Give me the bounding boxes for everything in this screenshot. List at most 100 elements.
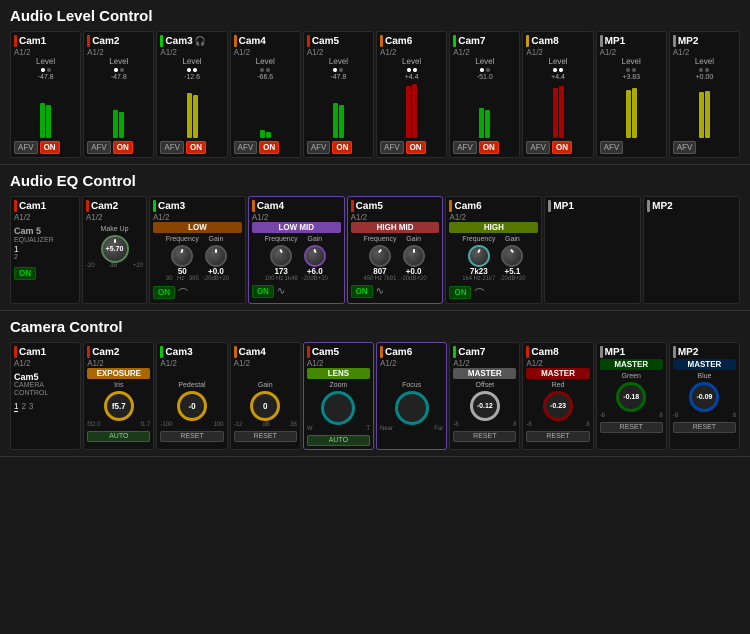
iris-knob[interactable]: f5.7 [104,391,134,421]
cam2-level-val: -47.8 [87,74,150,81]
low-freq-value: 50 [178,267,187,276]
gain-reset-btn[interactable]: RESET [234,431,297,442]
zoom-auto-btn[interactable]: AUTO [307,435,370,446]
cam2-on-btn[interactable]: ON [113,141,133,154]
red-reset-btn[interactable]: RESET [526,431,589,442]
low-freq-param: Frequency 50 30Hz395 [166,236,199,282]
lowmid-freq-label: Frequency [265,236,298,243]
highmid-freq-knob[interactable] [369,245,391,267]
audio-level-grid: Cam1 A1/2 Level -47.8 AFV ON Cam2 A1/2 L… [10,31,740,158]
high-gain-knob[interactable] [501,245,523,267]
offset-reset-btn[interactable]: RESET [453,431,516,442]
cam8-level-label: Level [526,57,589,66]
mp2-name: MP2 [678,36,699,47]
red-value: -0.23 [550,403,566,410]
cam2-meter-l [113,110,118,138]
low-gain-label: Gain [209,236,224,243]
cam3-name: Cam3 [165,36,192,47]
cc-tab3[interactable]: 3 [29,402,33,412]
cam8-meter-r [559,86,564,138]
cc-cam3-bar [160,346,163,358]
low-gain-knob[interactable] [205,245,227,267]
cam4-afv-btn[interactable]: AFV [234,141,258,154]
dot1 [114,68,118,72]
makeup-knob[interactable]: +5.70 [101,235,129,263]
red-knob[interactable]: -0.23 [543,391,573,421]
green-reset-btn[interactable]: RESET [600,422,663,433]
cam3-color-bar [160,35,163,47]
iris-auto-btn[interactable]: AUTO [87,431,150,442]
cam3-on-btn[interactable]: ON [186,141,206,154]
makeup-value: +5.70 [106,246,124,253]
cam5-afv-btn[interactable]: AFV [307,141,331,154]
cam6-on-btn[interactable]: ON [406,141,426,154]
low-on-btn[interactable]: ON [153,286,175,299]
cam6-afv-btn[interactable]: AFV [380,141,404,154]
cam3-level-label: Level [160,57,223,66]
high-on-btn[interactable]: ON [449,286,471,299]
gain-value: 0 [263,402,267,411]
cam7-on-btn[interactable]: ON [479,141,499,154]
cam1-on-btn[interactable]: ON [40,141,60,154]
eq-on-btn[interactable]: ON [14,267,36,280]
mp2-afv-btn[interactable]: AFV [673,141,697,154]
cam2-meter-r [119,112,124,138]
blue-reset-btn[interactable]: RESET [673,422,736,433]
low-freq-knob[interactable] [171,245,193,267]
cam6-color-bar [380,35,383,47]
lowmid-gain-knob[interactable] [304,245,326,267]
mp1-afv-btn[interactable]: AFV [600,141,624,154]
pedestal-reset-btn[interactable]: RESET [160,431,223,442]
dot2 [632,68,636,72]
cc-tab1[interactable]: 1 [14,402,18,412]
zoom-knob[interactable] [321,391,355,425]
highmid-gain-knob[interactable] [403,245,425,267]
cam8-name: Cam8 [531,36,558,47]
highmid-curve-icon: ∿ [376,286,384,297]
cam7-afv-btn[interactable]: AFV [453,141,477,154]
lowmid-on-btn[interactable]: ON [252,285,274,298]
eq-cam3-name: Cam3 [158,201,185,212]
lowmid-freq-knob[interactable] [270,245,292,267]
offset-knob[interactable]: -0.12 [470,391,500,421]
gain-knob[interactable]: 0 [250,391,280,421]
eq-grid: Cam1 A1/2 Cam 5 EQUALIZER 1 2 ON Cam2 A1… [10,196,740,304]
pedestal-knob[interactable]: -0 [177,391,207,421]
highmid-gain-value: +0.0 [406,267,422,276]
blue-knob[interactable]: -0.09 [689,382,719,412]
camera-control-section: Camera Control Cam1 A1/2 Cam5 CAMERACONT… [0,311,750,457]
mp1-sub: A1/2 [600,48,663,57]
low-gain-tick [215,249,217,253]
channel-cam7: Cam7 A1/2 Level -51.0 AFV ON [449,31,520,158]
cam1-afv-btn[interactable]: AFV [14,141,38,154]
green-knob[interactable]: -0.18 [616,382,646,412]
pedestal-label: Pedestal [178,382,205,389]
blue-value: -0.09 [696,394,712,401]
cc-tab2[interactable]: 2 [21,402,25,412]
cam5-meter [307,83,370,138]
cam2-color-bar [87,35,90,47]
audio-eq-section: Audio EQ Control Cam1 A1/2 Cam 5 EQUALIZ… [0,165,750,311]
cam4-level-label: Level [234,57,297,66]
cam2-afv-btn[interactable]: AFV [87,141,111,154]
cam3-meter-r [193,95,198,138]
cam5-on-btn[interactable]: ON [332,141,352,154]
cam8-afv-btn[interactable]: AFV [526,141,550,154]
cam3-afv-btn[interactable]: AFV [160,141,184,154]
mp2-meter-l [699,92,704,138]
cc-cam4-bar [234,346,237,358]
cam1-level-label: Level [14,57,77,66]
high-freq-knob[interactable] [468,245,490,267]
cam8-on-btn[interactable]: ON [552,141,572,154]
highmid-on-btn[interactable]: ON [351,285,373,298]
offset-range: -88 [453,422,516,428]
channel-cam6: Cam6 A1/2 Level +4.4 AFV ON [376,31,447,158]
lowmid-freq-param: Frequency 173 100Hz1k48 [265,236,298,282]
focus-knob[interactable] [395,391,429,425]
cam4-on-btn[interactable]: ON [259,141,279,154]
cam8-level-val: +4.4 [526,74,589,81]
eq-eq-num2: 2 [14,254,76,261]
cam3-level-val: -12.6 [160,74,223,81]
eq-mp2-bar [647,200,650,212]
mp1-level-val: +3.83 [600,74,663,81]
